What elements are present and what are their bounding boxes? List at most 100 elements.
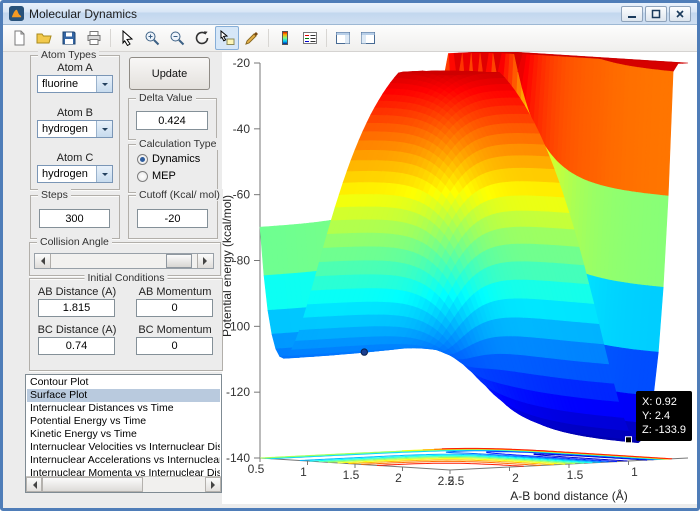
hide-plot-tools-icon[interactable] <box>331 26 355 50</box>
datatip[interactable]: X: 0.92 Y: 2.4 Z: -133.9 <box>636 391 692 441</box>
y-tick-label: 1.5 <box>343 468 360 482</box>
y-tick-label: 0.5 <box>248 462 265 476</box>
mep-radio-label: MEP <box>152 170 176 182</box>
atom-c-value: hydrogen <box>38 166 96 182</box>
datatip-marker[interactable] <box>626 437 632 443</box>
atom-a-dropdown[interactable]: fluorine <box>37 75 113 93</box>
list-item[interactable]: Potential Energy vs Time <box>27 415 220 428</box>
list-item[interactable]: Contour Plot <box>27 376 220 389</box>
list-item[interactable]: Internuclear Velocities vs Internuclear … <box>27 441 220 454</box>
steps-field[interactable] <box>39 209 110 228</box>
list-item[interactable]: Internuclear Accelerations vs Internucle… <box>27 454 220 467</box>
atom-c-label: Atom C <box>31 152 119 164</box>
collision-angle-group: Collision Angle <box>29 242 221 276</box>
toolbar-separator <box>268 29 269 47</box>
chevron-down-icon[interactable] <box>96 121 112 137</box>
z-tick-label: -120 <box>226 385 250 399</box>
atom-b-dropdown[interactable]: hydrogen <box>37 120 113 138</box>
open-file-icon[interactable] <box>32 26 56 50</box>
dynamics-radio-row: Dynamics <box>137 153 200 165</box>
atom-c-dropdown[interactable]: hydrogen <box>37 165 113 183</box>
initial-conditions-title: Initial Conditions <box>84 272 167 284</box>
save-figure-icon[interactable] <box>57 26 81 50</box>
mep-radio[interactable] <box>137 171 148 182</box>
bc-distance-field[interactable] <box>38 337 115 355</box>
app-window: Molecular Dynamics -20-40-60-80-100-120-… <box>0 0 700 511</box>
x-tick-label: 2 <box>512 471 519 485</box>
data-cursor-icon[interactable] <box>215 26 239 50</box>
atom-b-value: hydrogen <box>38 121 96 137</box>
scrollbar-track[interactable] <box>42 477 205 492</box>
slider-left-arrow-icon[interactable] <box>35 254 51 268</box>
z-tick-label: -40 <box>233 122 251 136</box>
slider-track[interactable] <box>51 254 197 268</box>
steps-title: Steps <box>38 189 71 201</box>
minimize-button[interactable] <box>621 6 643 22</box>
atom-types-group: Atom Types Atom A fluorine Atom B hydrog… <box>30 55 120 190</box>
ab-momentum-field[interactable] <box>136 299 213 317</box>
dynamics-radio-label: Dynamics <box>152 153 200 165</box>
plot-type-list: Contour PlotSurface PlotInternuclear Dis… <box>27 376 220 476</box>
zoom-out-icon[interactable] <box>165 26 189 50</box>
slider-thumb[interactable] <box>166 254 192 268</box>
datatip-x: X: 0.92 <box>642 395 686 409</box>
edit-plot-icon[interactable] <box>115 26 139 50</box>
plot-type-listbox[interactable]: Contour PlotSurface PlotInternuclear Dis… <box>25 374 222 493</box>
figure-area: -20-40-60-80-100-120-1400.511.522.52.521… <box>3 52 697 508</box>
bc-momentum-field[interactable] <box>136 337 213 355</box>
z-tick-label: -20 <box>233 56 251 70</box>
insert-colorbar-icon[interactable] <box>273 26 297 50</box>
chevron-down-icon[interactable] <box>96 166 112 182</box>
brush-data-icon[interactable] <box>240 26 264 50</box>
maximize-button[interactable] <box>645 6 667 22</box>
initial-conditions-group: Initial Conditions AB Distance (A) AB Mo… <box>29 278 223 371</box>
list-item[interactable]: Surface Plot <box>27 389 220 402</box>
new-figure-icon[interactable] <box>7 26 31 50</box>
dynamics-radio[interactable] <box>137 154 148 165</box>
z-tick-label: -140 <box>226 451 250 465</box>
x-axis-label: A-B bond distance (Å) <box>510 488 627 503</box>
toolbar <box>3 25 697 52</box>
atom-a-label: Atom A <box>31 62 119 74</box>
atom-types-title: Atom Types <box>38 49 99 61</box>
y-tick-label: 1 <box>300 465 307 479</box>
slider-right-arrow-icon[interactable] <box>197 254 213 268</box>
delta-value-field[interactable] <box>136 111 208 130</box>
toolbar-separator <box>110 29 111 47</box>
scroll-left-arrow-icon[interactable] <box>26 477 42 492</box>
trajectory-marker[interactable] <box>361 349 367 355</box>
print-figure-icon[interactable] <box>82 26 106 50</box>
show-plot-tools-icon[interactable] <box>356 26 380 50</box>
x-tick-label: 2.5 <box>448 474 465 488</box>
chevron-down-icon[interactable] <box>96 76 112 92</box>
datatip-y: Y: 2.4 <box>642 409 686 423</box>
scrollbar-thumb[interactable] <box>42 477 143 492</box>
listbox-horizontal-scrollbar[interactable] <box>26 476 221 492</box>
atom-a-value: fluorine <box>38 76 96 92</box>
cutoff-title: Cutoff (Kcal/ mol) <box>136 189 223 201</box>
x-tick-label: 1 <box>631 465 638 479</box>
list-item[interactable]: Kinetic Energy vs Time <box>27 428 220 441</box>
update-button[interactable]: Update <box>129 57 210 90</box>
datatip-z: Z: -133.9 <box>642 423 686 437</box>
insert-legend-icon[interactable] <box>298 26 322 50</box>
delta-value-title: Delta Value <box>136 92 196 104</box>
calculation-type-group: Calculation Type Dynamics MEP <box>128 144 218 193</box>
list-item[interactable]: Internuclear Distances vs Time <box>27 402 220 415</box>
title-bar[interactable]: Molecular Dynamics <box>3 3 697 25</box>
ab-momentum-label: AB Momentum <box>130 286 220 298</box>
ab-distance-field[interactable] <box>38 299 115 317</box>
rotate-3d-icon[interactable] <box>190 26 214 50</box>
list-item[interactable]: Internuclear Momenta vs Internuclear Dis… <box>27 467 220 476</box>
mep-radio-row: MEP <box>137 170 176 182</box>
y-tick-label: 2 <box>395 471 402 485</box>
toolbar-separator <box>326 29 327 47</box>
scroll-right-arrow-icon[interactable] <box>205 477 221 492</box>
close-button[interactable] <box>669 6 691 22</box>
cutoff-field[interactable] <box>137 209 208 228</box>
zoom-in-icon[interactable] <box>140 26 164 50</box>
collision-angle-slider[interactable] <box>34 253 214 269</box>
steps-group: Steps <box>30 195 120 239</box>
bc-momentum-label: BC Momentum <box>130 324 220 336</box>
calculation-type-title: Calculation Type <box>136 138 219 150</box>
